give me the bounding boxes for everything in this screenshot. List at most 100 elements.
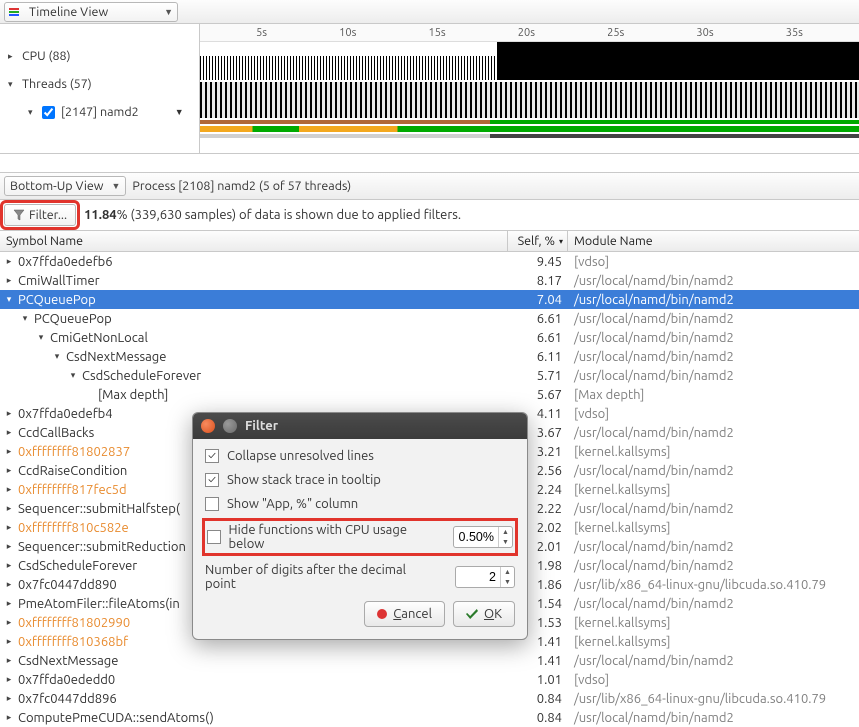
expand-icon[interactable]: ▸ [4, 503, 14, 514]
table-row[interactable]: [Max depth]5.67[Max depth] [0, 385, 859, 404]
expand-icon[interactable]: ▾ [20, 313, 30, 324]
table-row[interactable]: ▾PCQueuePop6.61/usr/local/namd/bin/namd2 [0, 309, 859, 328]
expand-icon[interactable]: ▸ [4, 522, 14, 533]
table-row[interactable]: ▾CsdNextMessage6.11/usr/local/namd/bin/n… [0, 347, 859, 366]
expand-icon[interactable]: ▸ [4, 693, 14, 704]
filter-dialog: Filter Collapse unresolved lines Show st… [192, 412, 528, 640]
expand-icon[interactable]: ▸ [4, 636, 14, 647]
timeline-icon [9, 8, 19, 16]
treeview-dropdown[interactable]: Bottom-Up View ▼ [4, 176, 126, 196]
table-header: Symbol Name Self, % ▾ Module Name [0, 230, 859, 252]
checkbox-checked-icon[interactable] [205, 473, 219, 487]
table-row[interactable]: ▾CmiGetNonLocal6.61/usr/local/namd/bin/n… [0, 328, 859, 347]
expand-icon[interactable]: ▸ [4, 427, 14, 438]
symbol-label: ComputePmeCUDA::sendAtoms() [18, 711, 214, 725]
expand-icon[interactable]: ▾ [52, 351, 62, 362]
self-percent: 7.04 [508, 293, 568, 307]
table-row[interactable]: ▸ComputePmeCUDA::sendAtoms()0.84/usr/loc… [0, 708, 859, 727]
symbol-label: CsdScheduleForever [18, 559, 137, 573]
module-path: /usr/local/namd/bin/namd2 [568, 350, 859, 364]
symbol-label: Sequencer::submitHalfstep( [18, 502, 180, 516]
table-row[interactable]: ▸0x7fc0447dd8960.84/usr/lib/x86_64-linux… [0, 689, 859, 708]
filter-status: 11.84% (339,630 samples) of data is show… [84, 208, 461, 222]
module-path: [kernel.kallsyms] [568, 521, 859, 535]
checkbox-checked-icon[interactable] [205, 449, 219, 463]
column-symbol[interactable]: Symbol Name [0, 231, 508, 251]
option-digits[interactable]: Number of digits after the decimal point… [205, 563, 515, 591]
option-collapse[interactable]: Collapse unresolved lines [205, 449, 515, 463]
module-path: /usr/local/namd/bin/namd2 [568, 711, 859, 725]
table-row[interactable]: ▾CsdScheduleForever5.71/usr/local/namd/b… [0, 366, 859, 385]
expand-icon[interactable]: ▸ [4, 256, 14, 267]
expand-icon[interactable]: ▾ [68, 370, 78, 381]
spinner-arrows[interactable]: ▲▼ [498, 527, 512, 547]
threads-track [200, 82, 859, 152]
timeline-row-process[interactable]: ▾ [2147] namd2 ▼ [0, 98, 199, 126]
checkbox-icon[interactable] [207, 530, 221, 544]
self-percent: 6.61 [508, 331, 568, 345]
self-percent: 1.41 [508, 654, 568, 668]
checkbox-icon[interactable] [205, 497, 219, 511]
expand-icon[interactable]: ▾ [36, 332, 46, 343]
timeline-tree: ▸ CPU (88) ▾ Threads (57) ▾ [2147] namd2… [0, 24, 200, 153]
timeline-row-cpu[interactable]: ▸ CPU (88) [0, 42, 199, 70]
module-path: [vdso] [568, 255, 859, 269]
cpu-threshold-spinner[interactable]: ▲▼ [453, 526, 513, 548]
spinner-arrows[interactable]: ▲▼ [500, 567, 514, 587]
process-label: [2147] namd2 [61, 105, 139, 119]
top-toolbar: Timeline View ▼ [0, 0, 859, 24]
expand-icon[interactable]: ▸ [4, 674, 14, 685]
option-tooltip[interactable]: Show stack trace in tooltip [205, 473, 515, 487]
table-row[interactable]: ▸0x7ffda0edefb69.45[vdso] [0, 252, 859, 271]
table-row[interactable]: ▸0x7ffda0ededd01.01[vdso] [0, 670, 859, 689]
cancel-button[interactable]: Cancel [364, 601, 445, 627]
symbol-label: CcdRaiseCondition [18, 464, 127, 478]
collapse-icon: ▾ [28, 107, 36, 118]
table-row[interactable]: ▾PCQueuePop7.04/usr/local/namd/bin/namd2 [0, 290, 859, 309]
minimize-icon[interactable] [223, 419, 237, 433]
expand-icon[interactable]: ▾ [4, 294, 14, 305]
expand-icon[interactable]: ▸ [4, 655, 14, 666]
ok-button[interactable]: OK [453, 601, 515, 627]
symbol-label: 0xffffffff81802837 [18, 445, 130, 459]
expand-icon[interactable]: ▸ [4, 560, 14, 571]
digits-spinner[interactable]: ▲▼ [455, 566, 515, 588]
expand-icon[interactable]: ▸ [4, 484, 14, 495]
expand-icon[interactable]: ▸ [4, 598, 14, 609]
module-path: [kernel.kallsyms] [568, 445, 859, 459]
symbol-label: [Max depth] [98, 388, 168, 402]
column-self[interactable]: Self, % ▾ [508, 231, 568, 251]
timeline-row-threads[interactable]: ▾ Threads (57) [0, 70, 199, 98]
expand-icon[interactable]: ▸ [4, 617, 14, 628]
symbol-label: 0xffffffff81802990 [18, 616, 130, 630]
process-checkbox[interactable] [42, 106, 55, 119]
digits-input[interactable] [456, 570, 500, 584]
expand-icon[interactable]: ▸ [4, 579, 14, 590]
symbol-label: CsdNextMessage [66, 350, 166, 364]
symbol-label: 0x7ffda0edefb4 [18, 407, 113, 421]
expand-icon: ▸ [8, 51, 16, 62]
expand-icon[interactable]: ▸ [4, 541, 14, 552]
option-hide-cpu[interactable]: Hide functions with CPU usage below ▲▼ [205, 521, 515, 553]
expand-icon[interactable]: ▸ [4, 465, 14, 476]
column-module[interactable]: Module Name [568, 231, 859, 251]
module-path: /usr/lib/x86_64-linux-gnu/libcuda.so.410… [568, 578, 859, 592]
close-icon[interactable] [201, 419, 215, 433]
filter-button[interactable]: Filter... [4, 204, 76, 226]
expand-icon[interactable]: ▸ [4, 446, 14, 457]
view-dropdown[interactable]: Timeline View ▼ [4, 2, 178, 22]
treeview-dropdown-label: Bottom-Up View [10, 179, 103, 193]
symbol-label: 0xffffffff810368bf [18, 635, 128, 649]
expand-icon[interactable]: ▸ [4, 275, 14, 286]
dialog-titlebar[interactable]: Filter [193, 413, 527, 439]
table-row[interactable]: ▸CmiWallTimer8.17/usr/local/namd/bin/nam… [0, 271, 859, 290]
symbol-label: 0x7fc0447dd890 [18, 578, 117, 592]
cpu-threshold-input[interactable] [454, 530, 498, 544]
expand-icon[interactable]: ▸ [4, 408, 14, 419]
module-path: /usr/local/namd/bin/namd2 [568, 369, 859, 383]
timeline-canvas[interactable]: 5s 10s 15s 20s 25s 30s 35s [200, 24, 859, 153]
filter-button-label: Filter... [29, 208, 67, 222]
expand-icon[interactable]: ▸ [4, 712, 14, 723]
option-app-column[interactable]: Show "App, %" column [205, 497, 515, 511]
module-path: /usr/local/namd/bin/namd2 [568, 597, 859, 611]
